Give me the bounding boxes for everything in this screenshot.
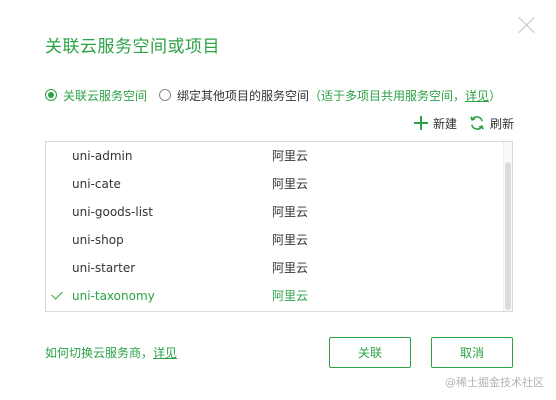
associate-cloud-space-dialog: 关联云服务空间或项目 关联云服务空间 绑定其他项目的服务空间 （适于多项目共用服… (0, 0, 556, 400)
list-item[interactable]: uni-goods-list 阿里云 (46, 198, 512, 226)
space-provider: 阿里云 (272, 289, 309, 303)
radio-note-prefix: （适于多项目共用服务空间， (309, 88, 466, 103)
refresh-icon (470, 116, 484, 130)
radio-associate-space[interactable]: 关联云服务空间 (45, 87, 147, 104)
space-name: uni-shop (72, 233, 124, 247)
space-provider: 阿里云 (272, 205, 309, 219)
cloud-space-list: uni-admin 阿里云 uni-cate 阿里云 uni-goods-lis… (45, 141, 513, 312)
dialog-title: 关联云服务空间或项目 (45, 37, 220, 57)
check-icon (51, 288, 63, 300)
space-name: uni-goods-list (72, 205, 153, 219)
list-scrollbar[interactable] (503, 142, 512, 311)
space-name: uni-admin (72, 149, 133, 163)
watermark: @稀土掘金技术社区 (445, 376, 544, 389)
space-name: uni-starter (72, 261, 136, 275)
associate-button[interactable]: 关联 (329, 337, 411, 368)
new-space-button[interactable]: 新建 (413, 115, 457, 132)
list-actions: 新建 刷新 (413, 114, 514, 132)
switch-provider-hint: 如何切换云服务商，详见 (45, 344, 177, 361)
list-item[interactable]: uni-shop 阿里云 (46, 226, 512, 254)
space-provider: 阿里云 (272, 261, 309, 275)
space-provider: 阿里云 (272, 233, 309, 247)
new-space-label: 新建 (432, 116, 457, 131)
radio-associate-space-label: 关联云服务空间 (63, 88, 148, 103)
space-provider: 阿里云 (272, 177, 309, 191)
radio-note-detail-link[interactable]: 详见 (465, 87, 489, 104)
switch-provider-detail-link[interactable]: 详见 (153, 346, 177, 360)
space-name: uni-taxonomy (72, 289, 155, 303)
switch-provider-text: 如何切换云服务商， (45, 346, 154, 360)
space-name: uni-cate (72, 177, 121, 191)
refresh-label: 刷新 (489, 116, 514, 131)
plus-icon (413, 116, 428, 130)
list-item-selected[interactable]: uni-taxonomy 阿里云 (46, 282, 512, 310)
radio-bind-other-label: 绑定其他项目的服务空间 (177, 88, 310, 103)
list-item[interactable]: uni-cate 阿里云 (46, 170, 512, 198)
radio-checked-icon (45, 89, 57, 101)
list-item[interactable]: uni-starter 阿里云 (46, 254, 512, 282)
radio-bind-other-project-space[interactable]: 绑定其他项目的服务空间 （适于多项目共用服务空间， 详见 ） (159, 87, 501, 104)
radio-note-suffix: ） (489, 88, 502, 103)
refresh-button[interactable]: 刷新 (469, 115, 514, 132)
cancel-button[interactable]: 取消 (431, 337, 513, 368)
scrollbar-thumb[interactable] (505, 162, 511, 310)
radio-unchecked-icon (159, 89, 172, 101)
close-icon[interactable] (517, 15, 537, 35)
association-mode-group: 关联云服务空间 绑定其他项目的服务空间 （适于多项目共用服务空间， 详见 ） (45, 87, 501, 103)
list-item[interactable]: uni-admin 阿里云 (46, 142, 512, 170)
space-provider: 阿里云 (272, 149, 309, 163)
